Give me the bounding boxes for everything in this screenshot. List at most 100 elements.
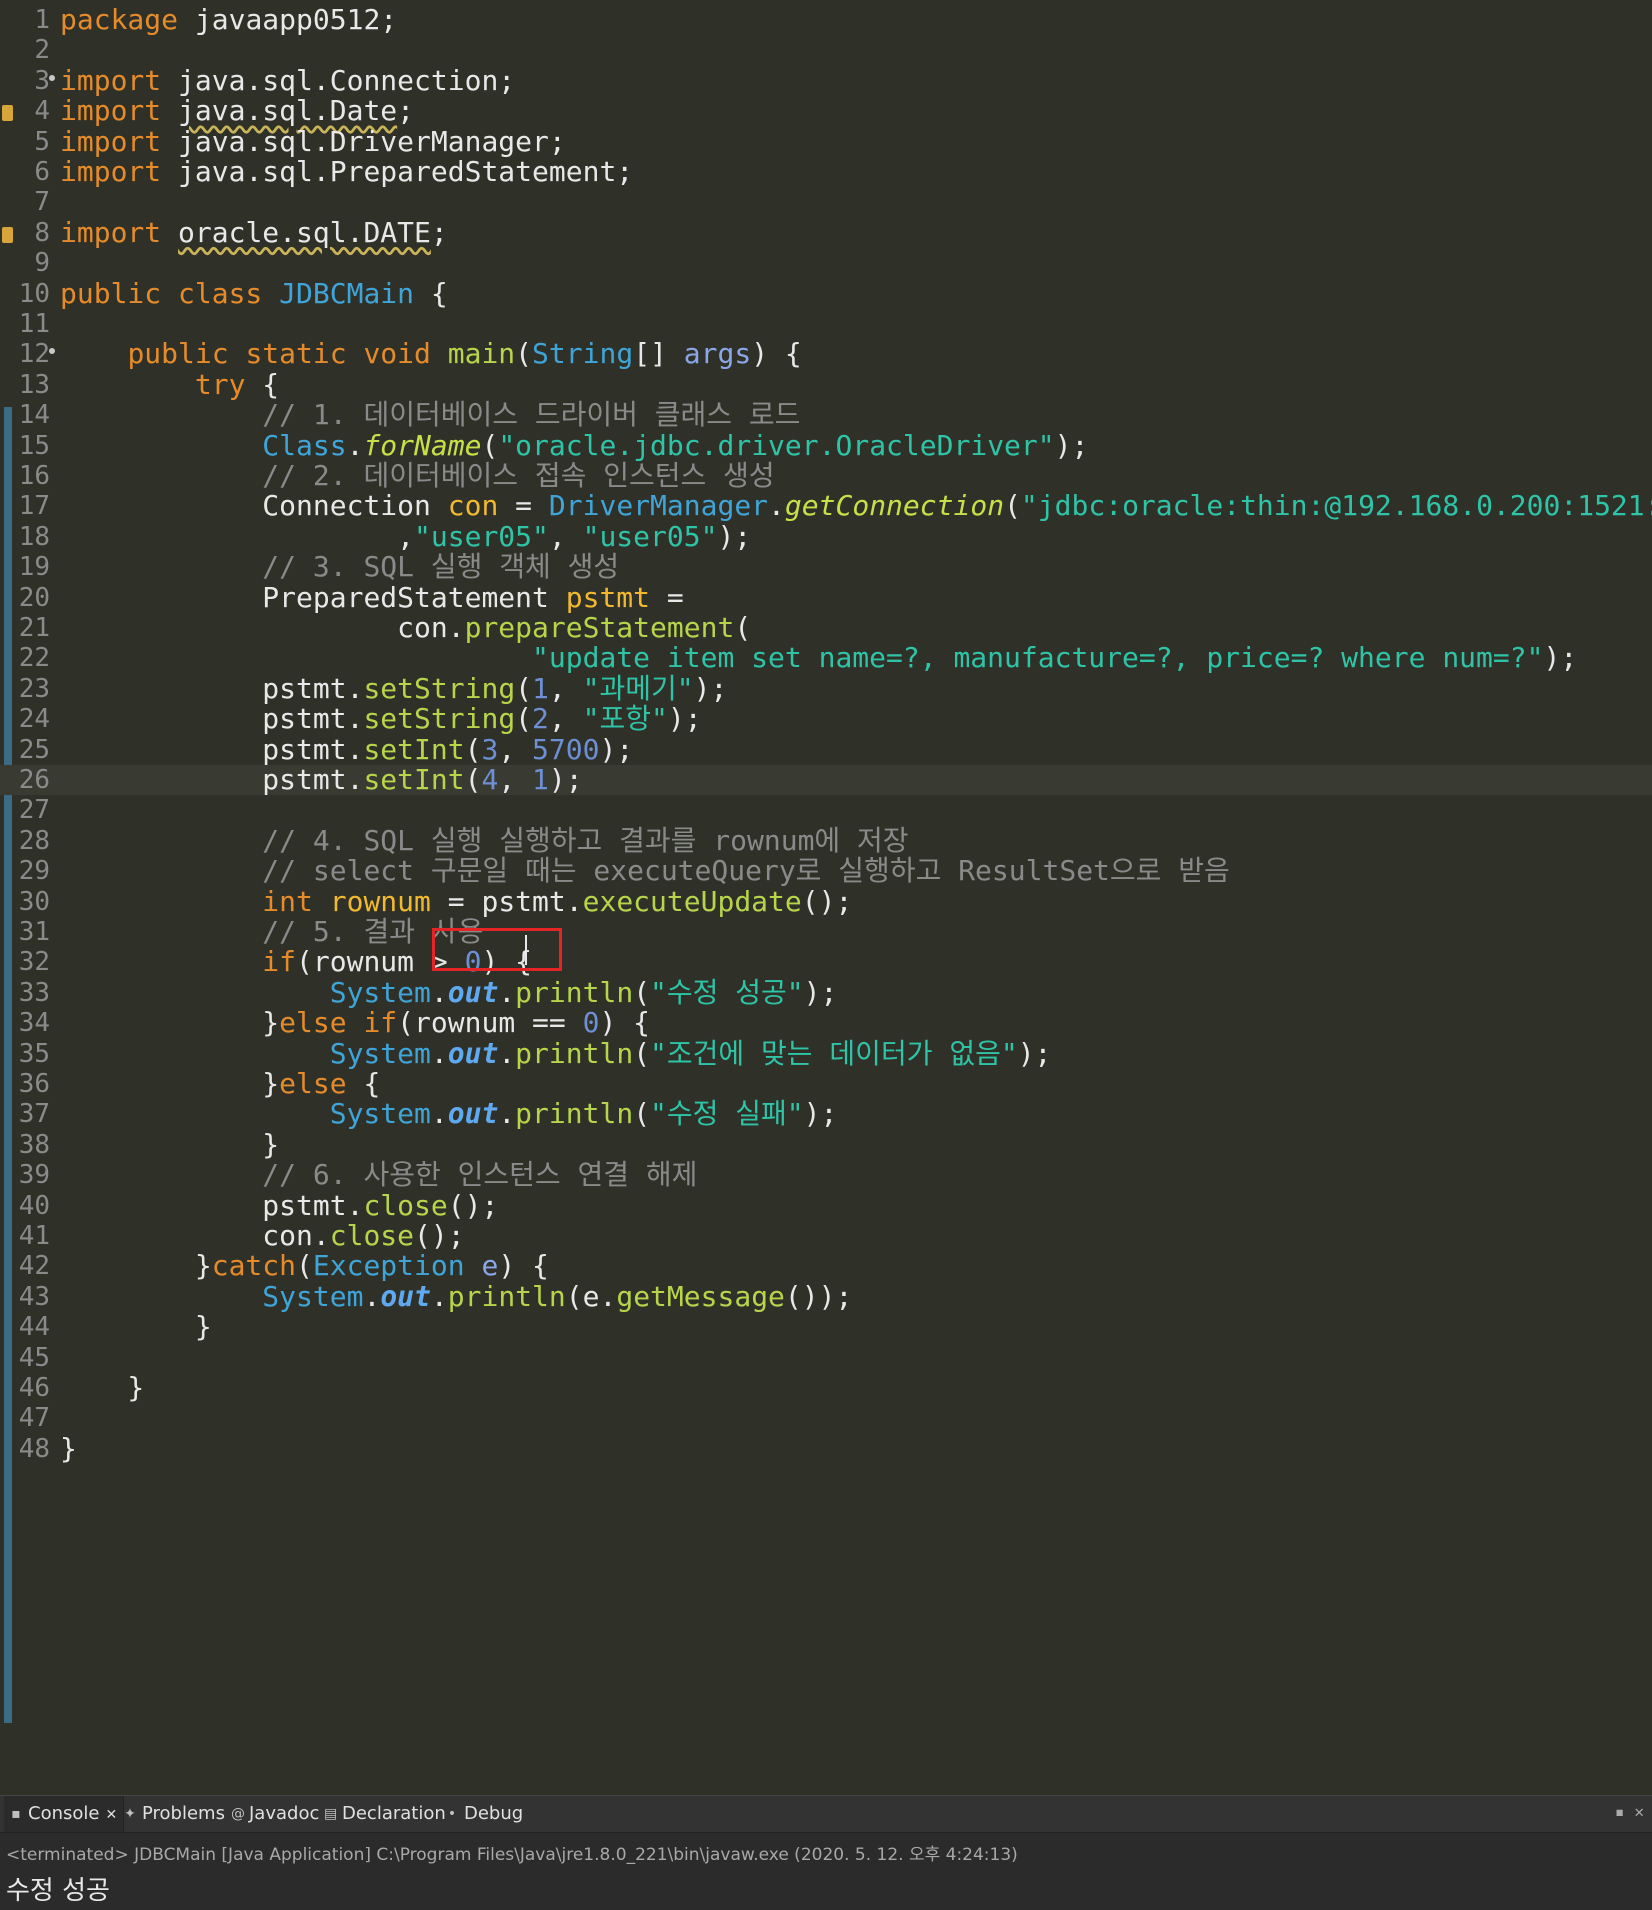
tab-label: Debug (464, 1803, 524, 1824)
code-token: public static void (127, 337, 431, 371)
code-line-9[interactable]: 9 (0, 248, 1652, 278)
code-token: (); (414, 1219, 465, 1252)
code-token: public class (60, 276, 263, 310)
code-line-5[interactable]: 5 import java.sql.DriverManager; (0, 126, 1652, 157)
code-text: // 4. SQL 실행 실행하고 결과를 rownum에 저장 (60, 825, 908, 856)
code-token: ( (464, 763, 482, 796)
code-line-1[interactable]: 1 package javaapp0512; (0, 3, 1652, 36)
code-line-47[interactable]: 47 (0, 1403, 1652, 1433)
code-line-21[interactable]: 21 con.prepareStatement( (0, 611, 1652, 644)
line-number: 30 (18, 886, 50, 917)
code-line-24[interactable]: 24 pstmt.setString(2, "포항"); (0, 703, 1652, 734)
minimize-icon[interactable]: ▪ (1615, 1802, 1625, 1821)
close-icon[interactable]: ✕ (1634, 1802, 1644, 1821)
code-token: ); (548, 763, 583, 796)
code-line-27[interactable]: 27 (0, 795, 1652, 825)
code-line-8[interactable]: 8 import oracle.sql.DATE; (0, 215, 1652, 249)
code-token: "user05" (414, 519, 549, 553)
code-line-16[interactable]: 16 // 2. 데이터베이스 접속 인스턴스 생성 (0, 460, 1652, 491)
code-token: JDBCMain (279, 276, 415, 310)
tab-label: Javadoc (249, 1803, 320, 1824)
line-number: 26 (18, 765, 50, 795)
code-token: ( (481, 428, 499, 462)
tab-declaration[interactable]: ▤ Declaration (318, 1796, 452, 1832)
code-line-36[interactable]: 36 }else { (0, 1068, 1652, 1099)
code-token: } (60, 1310, 212, 1344)
code-line-18[interactable]: 18 ,"user05", "user05"); (0, 519, 1652, 553)
code-line-4[interactable]: 4 import java.sql.Date; (0, 94, 1652, 128)
code-line-46[interactable]: 46 } (0, 1372, 1652, 1403)
code-line-3[interactable]: 3 import java.sql.Connection; (0, 63, 1652, 97)
code-line-26[interactable]: 26 pstmt.setInt(4, 1); (0, 763, 1652, 796)
code-line-40[interactable]: 40 pstmt.close(); (0, 1190, 1652, 1221)
code-token: else if (279, 1006, 398, 1040)
line-number: 2 (34, 35, 50, 66)
code-token: } (60, 1431, 77, 1465)
close-tab-icon[interactable]: ✕ (105, 1807, 117, 1823)
code-line-12[interactable]: 12 public static void main(String[] args… (0, 337, 1652, 371)
code-token: import (60, 94, 162, 128)
code-line-6[interactable]: 6 import java.sql.PreparedStatement; (0, 156, 1652, 187)
code-line-43[interactable]: 43 System.out.println(e.getMessage()); (0, 1281, 1652, 1312)
fold-toggle-icon[interactable] (49, 74, 55, 81)
code-line-2[interactable]: 2 (0, 35, 1652, 65)
code-editor[interactable]: 1 package javaapp0512; 2 3 import java.sql.C… (0, 0, 1652, 1795)
fold-toggle-icon[interactable] (49, 348, 55, 355)
code-line-35[interactable]: 35 System.out.println("조건에 맞는 데이터가 없음"); (0, 1038, 1652, 1069)
line-number: 43 (18, 1281, 50, 1312)
code-line-48[interactable]: 48} (0, 1431, 1652, 1465)
code-line-29[interactable]: 29 // select 구문일 때는 executeQuery로 실행하고 R… (0, 855, 1652, 886)
code-line-25[interactable]: 25 pstmt.setInt(3, 5700); (0, 734, 1652, 765)
code-line-13[interactable]: 13 try { (0, 369, 1652, 400)
code-line-37[interactable]: 37 System.out.println("수정 실패"); (0, 1099, 1652, 1130)
code-line-42[interactable]: 42 }catch(Exception e) { (0, 1249, 1652, 1282)
code-line-28[interactable]: 28 // 4. SQL 실행 실행하고 결과를 rownum에 저장 (0, 825, 1652, 856)
line-number: 5 (34, 126, 50, 157)
code-line-33[interactable]: 33 System.out.println("수정 성공"); (0, 977, 1652, 1008)
code-token: import (60, 63, 162, 97)
code-token: ; (430, 215, 448, 249)
code-line-17[interactable]: 17 Connection con = DriverManager.getCon… (0, 489, 1652, 523)
code-line-45[interactable]: 45 (0, 1343, 1652, 1373)
warning-icon[interactable] (2, 105, 13, 122)
panel-controls: ▪ ✕ (1605, 1802, 1644, 1821)
tab-problems[interactable]: ✦ Problems (118, 1796, 231, 1832)
tab-javadoc[interactable]: @ Javadoc (225, 1796, 325, 1832)
code-line-30[interactable]: 30 int rownum = pstmt.executeUpdate(); (0, 886, 1652, 917)
code-token: ( (734, 611, 752, 644)
code-line-20[interactable]: 20 PreparedStatement pstmt = (0, 582, 1652, 613)
code-line-34[interactable]: 34 }else if(rownum == 0) { (0, 1006, 1652, 1040)
code-line-10[interactable]: 10 public class JDBCMain { (0, 276, 1652, 310)
tab-debug[interactable]: • Debug (440, 1796, 529, 1832)
code-token: (rownum == (397, 1006, 583, 1040)
code-line-7[interactable]: 7 (0, 187, 1652, 217)
code-line-44[interactable]: 44 } (0, 1310, 1652, 1344)
code-line-39[interactable]: 39 // 6. 사용한 인스턴스 연결 해제 (0, 1159, 1652, 1190)
code-line-14[interactable]: 14 // 1. 데이터베이스 드라이버 클래스 로드 (0, 399, 1652, 430)
code-text: import java.sql.Date; (60, 94, 414, 128)
code-token: , (548, 519, 583, 553)
code-line-38[interactable]: 38 } (0, 1129, 1652, 1160)
code-line-15[interactable]: 15 Class.forName("oracle.jdbc.driver.Ora… (0, 428, 1652, 462)
code-line-41[interactable]: 41 con.close(); (0, 1219, 1652, 1252)
tab-console[interactable]: ▪ Console ✕ (4, 1796, 125, 1832)
line-number: 48 (18, 1433, 50, 1464)
code-line-19[interactable]: 19 // 3. SQL 실행 객체 생성 (0, 550, 1652, 583)
code-line-11[interactable]: 11 (0, 309, 1652, 339)
code-line-23[interactable]: 23 pstmt.setString(1, "과메기"); (0, 672, 1652, 705)
code-token: javaapp0512; (178, 3, 398, 36)
warning-icon[interactable] (2, 226, 13, 243)
code-token: ) { (751, 337, 802, 371)
code-token: getConnection (784, 489, 1005, 523)
code-line-31[interactable]: 31 // 5. 결과 사용 (0, 916, 1652, 947)
line-number: 23 (18, 673, 50, 704)
highlight-annotation-box (432, 928, 562, 971)
code-line-32[interactable]: 32 if(rownum > 0) { (0, 947, 1652, 978)
code-line-22[interactable]: 22 "update item set name=?, manufacture=… (0, 643, 1652, 674)
